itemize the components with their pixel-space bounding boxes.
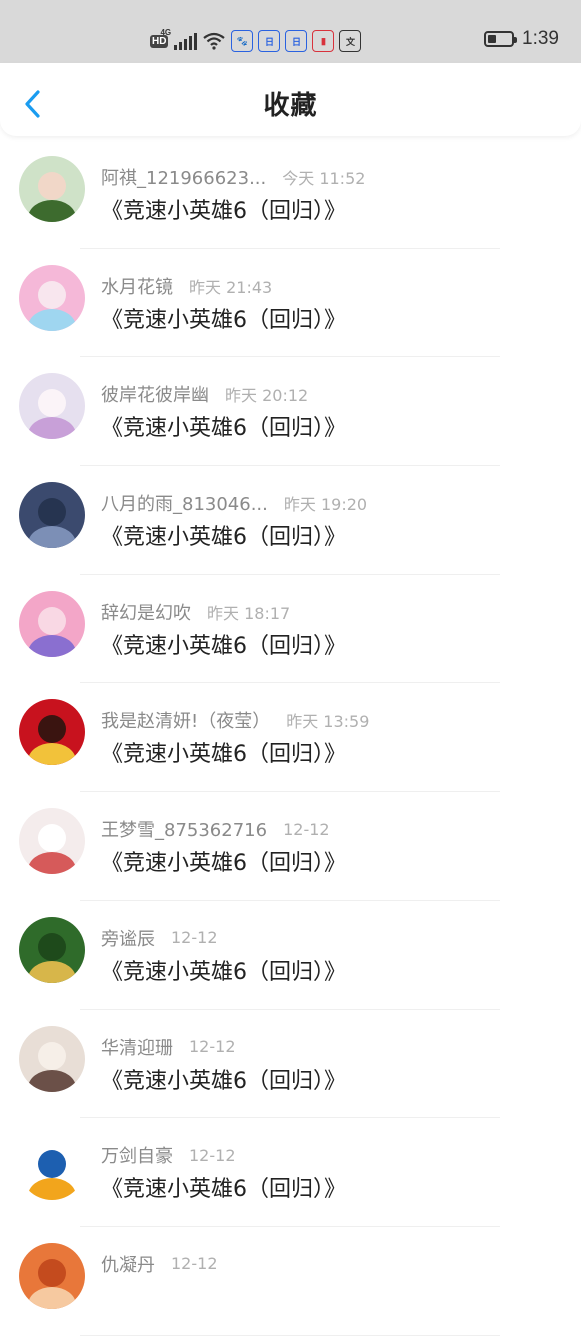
list-item[interactable]: 我是赵清妍!（夜莹） 昨天 13:59 《竞速小英雄6（回归）》 <box>0 683 581 793</box>
item-meta: 水月花镜 昨天 21:43 <box>101 273 272 299</box>
timestamp: 12-12 <box>171 928 218 948</box>
username: 旁谧辰 <box>101 928 155 950</box>
calendar-icon-2: 日 <box>285 30 308 52</box>
item-title: 《竞速小英雄6（回归）》 <box>101 633 346 659</box>
item-meta: 万剑自豪 12-12 <box>101 1142 236 1168</box>
item-meta: 我是赵清妍!（夜莹） 昨天 13:59 <box>101 707 369 733</box>
avatar[interactable] <box>19 373 85 440</box>
item-title: 《竞速小英雄6（回归）》 <box>101 1068 346 1094</box>
item-meta: 仇凝丹 12-12 <box>101 1251 218 1277</box>
list-item[interactable]: 仇凝丹 12-12 <box>0 1227 581 1336</box>
status-bar: HD 4G 🐾 日日 ▮ 文 1:39 <box>0 0 581 68</box>
list-item[interactable]: 旁谧辰 12-12 《竞速小英雄6（回归）》 <box>0 901 581 1010</box>
item-meta: 王梦雪_875362716 12-12 <box>101 816 330 842</box>
item-meta: 彼岸花彼岸幽 昨天 20:12 <box>101 381 308 407</box>
divider <box>80 1334 500 1336</box>
list-item[interactable]: 彼岸花彼岸幽 昨天 20:12 《竞速小英雄6（回归）》 <box>0 357 581 467</box>
avatar[interactable] <box>19 916 85 983</box>
item-title: 《竞速小英雄6（回归）》 <box>101 959 346 985</box>
username: 万剑自豪 <box>101 1146 173 1168</box>
baidu-icon: 🐾 <box>231 30 254 52</box>
list-item[interactable]: 水月花镜 昨天 21:43 《竞速小英雄6（回归）》 <box>0 249 581 358</box>
item-meta: 阿祺_121966623... 今天 11:52 <box>101 164 365 190</box>
signal-icon: 4G <box>160 28 198 50</box>
timestamp: 12-12 <box>283 819 330 839</box>
wifi-icon <box>203 32 226 50</box>
status-icons: HD 4G 🐾 日日 ▮ 文 <box>150 28 362 54</box>
avatar[interactable] <box>19 156 85 222</box>
status-right: 1:39 <box>484 28 559 50</box>
username: 彼岸花彼岸幽 <box>101 385 209 407</box>
list-item[interactable]: 八月的雨_813046... 昨天 19:20 《竞速小英雄6（回归）》 <box>0 466 581 575</box>
timestamp: 昨天 20:12 <box>225 386 309 406</box>
username: 阿祺_121966623... <box>101 168 267 189</box>
timestamp: 12-12 <box>189 1145 236 1165</box>
avatar[interactable] <box>19 482 85 549</box>
item-meta: 旁谧辰 12-12 <box>101 925 218 951</box>
timestamp: 昨天 19:20 <box>283 495 368 515</box>
avatar[interactable] <box>19 808 85 875</box>
timestamp: 昨天 13:59 <box>286 712 370 732</box>
network-type: 4G <box>160 28 172 37</box>
battery-icon <box>484 31 518 47</box>
calendar-icon-1: 日 <box>258 30 281 52</box>
username: 王梦雪_875362716 <box>101 820 268 842</box>
header-bar: 收藏 <box>0 63 581 136</box>
list-item[interactable]: 王梦雪_875362716 12-12 《竞速小英雄6（回归）》 <box>0 792 581 901</box>
item-title: 《竞速小英雄6（回归）》 <box>101 199 346 224</box>
item-meta: 华清迎珊 12-12 <box>101 1034 236 1060</box>
avatar[interactable] <box>19 1134 85 1201</box>
item-meta: 八月的雨_813046... 昨天 19:20 <box>101 490 367 516</box>
list-item[interactable]: 万剑自豪 12-12 《竞速小英雄6（回归）》 <box>0 1118 581 1227</box>
username: 仇凝丹 <box>101 1254 155 1276</box>
avatar[interactable] <box>19 264 85 331</box>
username: 八月的雨_813046... <box>101 494 268 516</box>
list-item[interactable]: 阿祺_121966623... 今天 11:52 《竞速小英雄6（回归）》 <box>0 140 581 249</box>
avatar[interactable] <box>19 590 85 657</box>
item-title: 《竞速小英雄6（回归）》 <box>101 525 346 551</box>
book-icon: ▮ <box>312 30 335 52</box>
username: 我是赵清妍!（夜莹） <box>101 711 271 733</box>
avatar[interactable] <box>19 1025 85 1092</box>
item-meta: 辞幻是幻吹 昨天 18:17 <box>101 599 290 625</box>
item-title: 《竞速小英雄6（回归）》 <box>101 851 346 877</box>
username: 辞幻是幻吹 <box>101 602 191 624</box>
avatar[interactable] <box>19 699 85 766</box>
timestamp: 昨天 18:17 <box>207 603 291 623</box>
list-item[interactable]: 华清迎珊 12-12 《竞速小英雄6（回归）》 <box>0 1010 581 1119</box>
item-title: 《竞速小英雄6（回归）》 <box>101 1177 346 1203</box>
timestamp: 昨天 21:43 <box>189 277 273 297</box>
translate-icon: 文 <box>339 30 362 52</box>
favorites-list: 阿祺_121966623... 今天 11:52 《竞速小英雄6（回归）》 水月花镜昨… <box>0 140 581 1336</box>
item-title: 《竞速小英雄6（回归）》 <box>101 416 346 442</box>
timestamp: 12-12 <box>171 1254 218 1274</box>
list-item[interactable]: 辞幻是幻吹 昨天 18:17 《竞速小英雄6（回归）》 <box>0 575 581 684</box>
item-title: 《竞速小英雄6（回归）》 <box>101 742 346 768</box>
page-title: 收藏 <box>263 91 318 121</box>
username: 华清迎珊 <box>101 1037 173 1059</box>
item-title: 《竞速小英雄6（回归）》 <box>101 307 346 333</box>
status-time: 1:39 <box>522 28 559 49</box>
timestamp: 12-12 <box>189 1037 236 1056</box>
timestamp: 今天 11:52 <box>282 169 366 188</box>
username: 水月花镜 <box>101 276 173 298</box>
avatar[interactable] <box>19 1242 85 1309</box>
